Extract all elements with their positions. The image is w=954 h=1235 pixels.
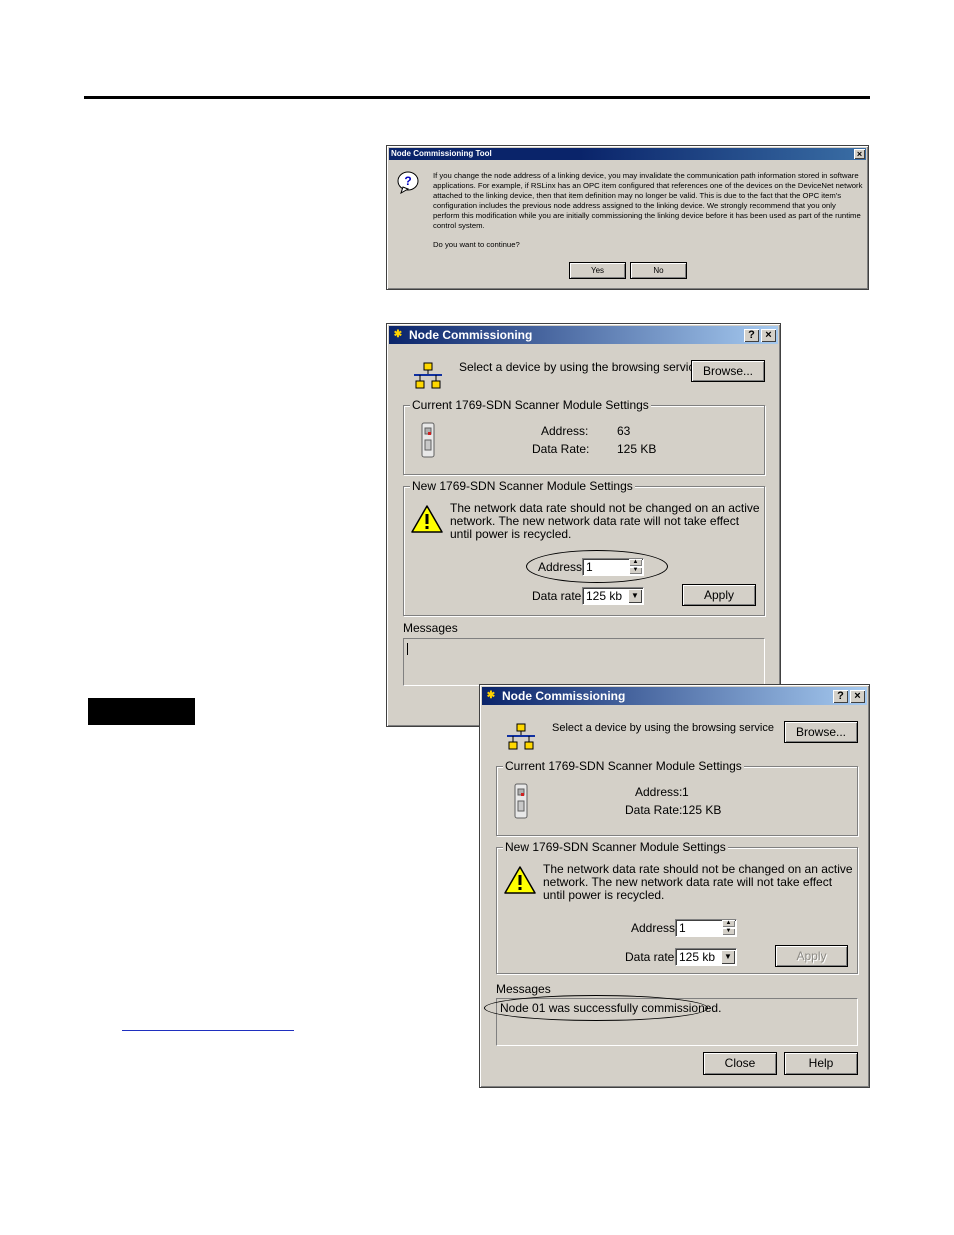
app-icon: ✱ bbox=[486, 690, 496, 701]
data-rate-select[interactable]: 125 kb ▼ bbox=[582, 587, 644, 605]
question-icon: ? bbox=[397, 171, 419, 194]
app-icon: ✱ bbox=[393, 329, 403, 340]
close-title-button[interactable]: × bbox=[761, 329, 776, 342]
data-rate-select-value: 125 kb bbox=[679, 950, 716, 964]
data-rate-select[interactable]: 125 kb ▼ bbox=[675, 948, 737, 966]
browse-prompt: Select a device by using the browsing se… bbox=[459, 360, 702, 374]
svg-text:?: ? bbox=[404, 174, 411, 188]
data-rate-caption: Data Rate: bbox=[532, 442, 590, 456]
window-before-title: Node Commissioning bbox=[409, 328, 533, 342]
node-commissioning-window-after: ✱ Node Commissioning ? × Select a device… bbox=[479, 684, 870, 1088]
window-before-titlebar: ✱ Node Commissioning ? × bbox=[389, 326, 778, 344]
confirm-dialog-titlebar: Node Commissioning Tool × bbox=[389, 148, 866, 160]
redacted-label-box bbox=[88, 698, 195, 725]
current-settings-group: Current 1769-SDN Scanner Module Settings bbox=[496, 759, 858, 836]
address-value: 63 bbox=[617, 424, 631, 438]
header-rule bbox=[84, 96, 870, 99]
address-input-value: 1 bbox=[679, 921, 686, 935]
scanner-module-icon bbox=[514, 783, 528, 819]
current-settings-label: Current 1769-SDN Scanner Module Settings bbox=[410, 398, 651, 412]
help-title-button[interactable]: ? bbox=[833, 690, 848, 703]
close-button[interactable]: × bbox=[854, 149, 865, 159]
close-title-button[interactable]: × bbox=[850, 690, 865, 703]
confirm-question: Do you want to continue? bbox=[433, 240, 520, 249]
data-rate-value: 125 KB bbox=[617, 442, 657, 456]
window-after-titlebar: ✱ Node Commissioning ? × bbox=[482, 687, 867, 705]
current-settings-group: Current 1769-SDN Scanner Module Settings bbox=[403, 398, 765, 475]
confirm-dialog-title: Node Commissioning Tool bbox=[391, 149, 492, 158]
data-rate-label: Data rate bbox=[532, 589, 582, 603]
spin-up-icon[interactable]: ▲ bbox=[722, 920, 735, 927]
address-input[interactable]: 1 ▲ ▼ bbox=[675, 919, 737, 937]
browse-button[interactable]: Browse... bbox=[691, 360, 765, 382]
address-label: Address bbox=[631, 921, 676, 935]
spin-down-icon[interactable]: ▼ bbox=[722, 928, 735, 935]
highlight-ellipse bbox=[526, 550, 668, 583]
help-button[interactable]: Help bbox=[784, 1052, 858, 1075]
chevron-down-icon[interactable]: ▼ bbox=[628, 589, 642, 603]
network-icon bbox=[414, 362, 442, 389]
network-icon bbox=[507, 723, 535, 750]
warning-message: The network data rate should not be chan… bbox=[543, 862, 853, 902]
confirm-message: If you change the node address of a link… bbox=[433, 171, 863, 230]
warning-icon bbox=[504, 866, 536, 894]
address-caption: Address: bbox=[635, 785, 683, 799]
text-cursor bbox=[407, 642, 408, 655]
new-settings-label: New 1769-SDN Scanner Module Settings bbox=[503, 840, 728, 854]
success-highlight-ellipse bbox=[484, 995, 708, 1021]
chevron-down-icon[interactable]: ▼ bbox=[721, 950, 735, 964]
close-button[interactable]: Close bbox=[703, 1052, 777, 1075]
messages-label: Messages bbox=[496, 982, 551, 996]
data-rate-select-value: 125 kb bbox=[586, 589, 623, 603]
window-after-title: Node Commissioning bbox=[502, 689, 626, 703]
address-value: 1 bbox=[682, 785, 689, 799]
no-button[interactable]: No bbox=[630, 262, 687, 279]
node-commissioning-window-before: ✱ Node Commissioning ? × Select a device… bbox=[386, 323, 781, 727]
scanner-module-icon bbox=[421, 422, 435, 458]
warning-message: The network data rate should not be chan… bbox=[450, 501, 760, 541]
apply-button[interactable]: Apply bbox=[682, 584, 756, 606]
apply-button: Apply bbox=[775, 945, 848, 967]
data-rate-value: 125 KB bbox=[682, 803, 722, 817]
messages-box bbox=[403, 638, 765, 686]
reference-link[interactable] bbox=[122, 1030, 294, 1031]
browse-button[interactable]: Browse... bbox=[784, 721, 858, 743]
current-settings-label: Current 1769-SDN Scanner Module Settings bbox=[503, 759, 744, 773]
new-settings-label: New 1769-SDN Scanner Module Settings bbox=[410, 479, 635, 493]
data-rate-label: Data rate bbox=[625, 950, 675, 964]
warning-icon bbox=[411, 505, 443, 533]
data-rate-caption: Data Rate: bbox=[625, 803, 683, 817]
help-title-button[interactable]: ? bbox=[744, 329, 759, 342]
yes-button[interactable]: Yes bbox=[569, 262, 626, 279]
messages-label: Messages bbox=[403, 621, 458, 635]
confirm-dialog: Node Commissioning Tool × ? If you chang… bbox=[386, 145, 869, 290]
browse-prompt: Select a device by using the browsing se… bbox=[552, 722, 774, 734]
address-caption: Address: bbox=[541, 424, 589, 438]
